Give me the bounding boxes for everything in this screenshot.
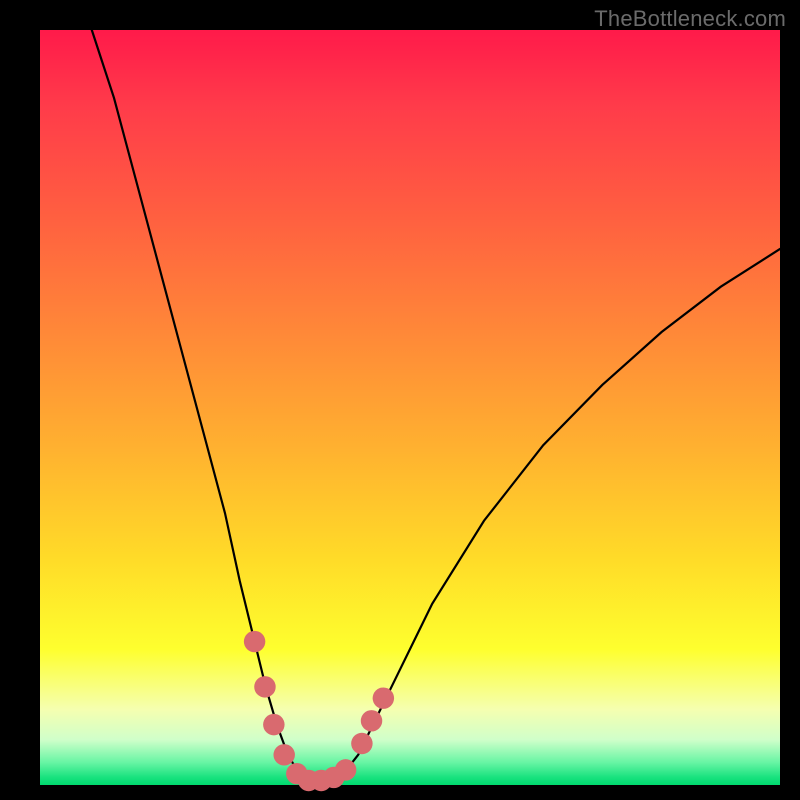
highlight-marker [351,733,372,754]
curve-highlight-markers [244,631,394,791]
chart-svg [40,30,780,785]
bottleneck-curve [92,30,780,781]
highlight-marker [373,687,394,708]
watermark-text: TheBottleneck.com [594,6,786,32]
highlight-marker [263,714,284,735]
highlight-marker [361,710,382,731]
chart-plot-area [40,30,780,785]
highlight-marker [273,744,294,765]
highlight-marker [335,759,356,780]
highlight-marker [244,631,265,652]
highlight-marker [254,676,275,697]
